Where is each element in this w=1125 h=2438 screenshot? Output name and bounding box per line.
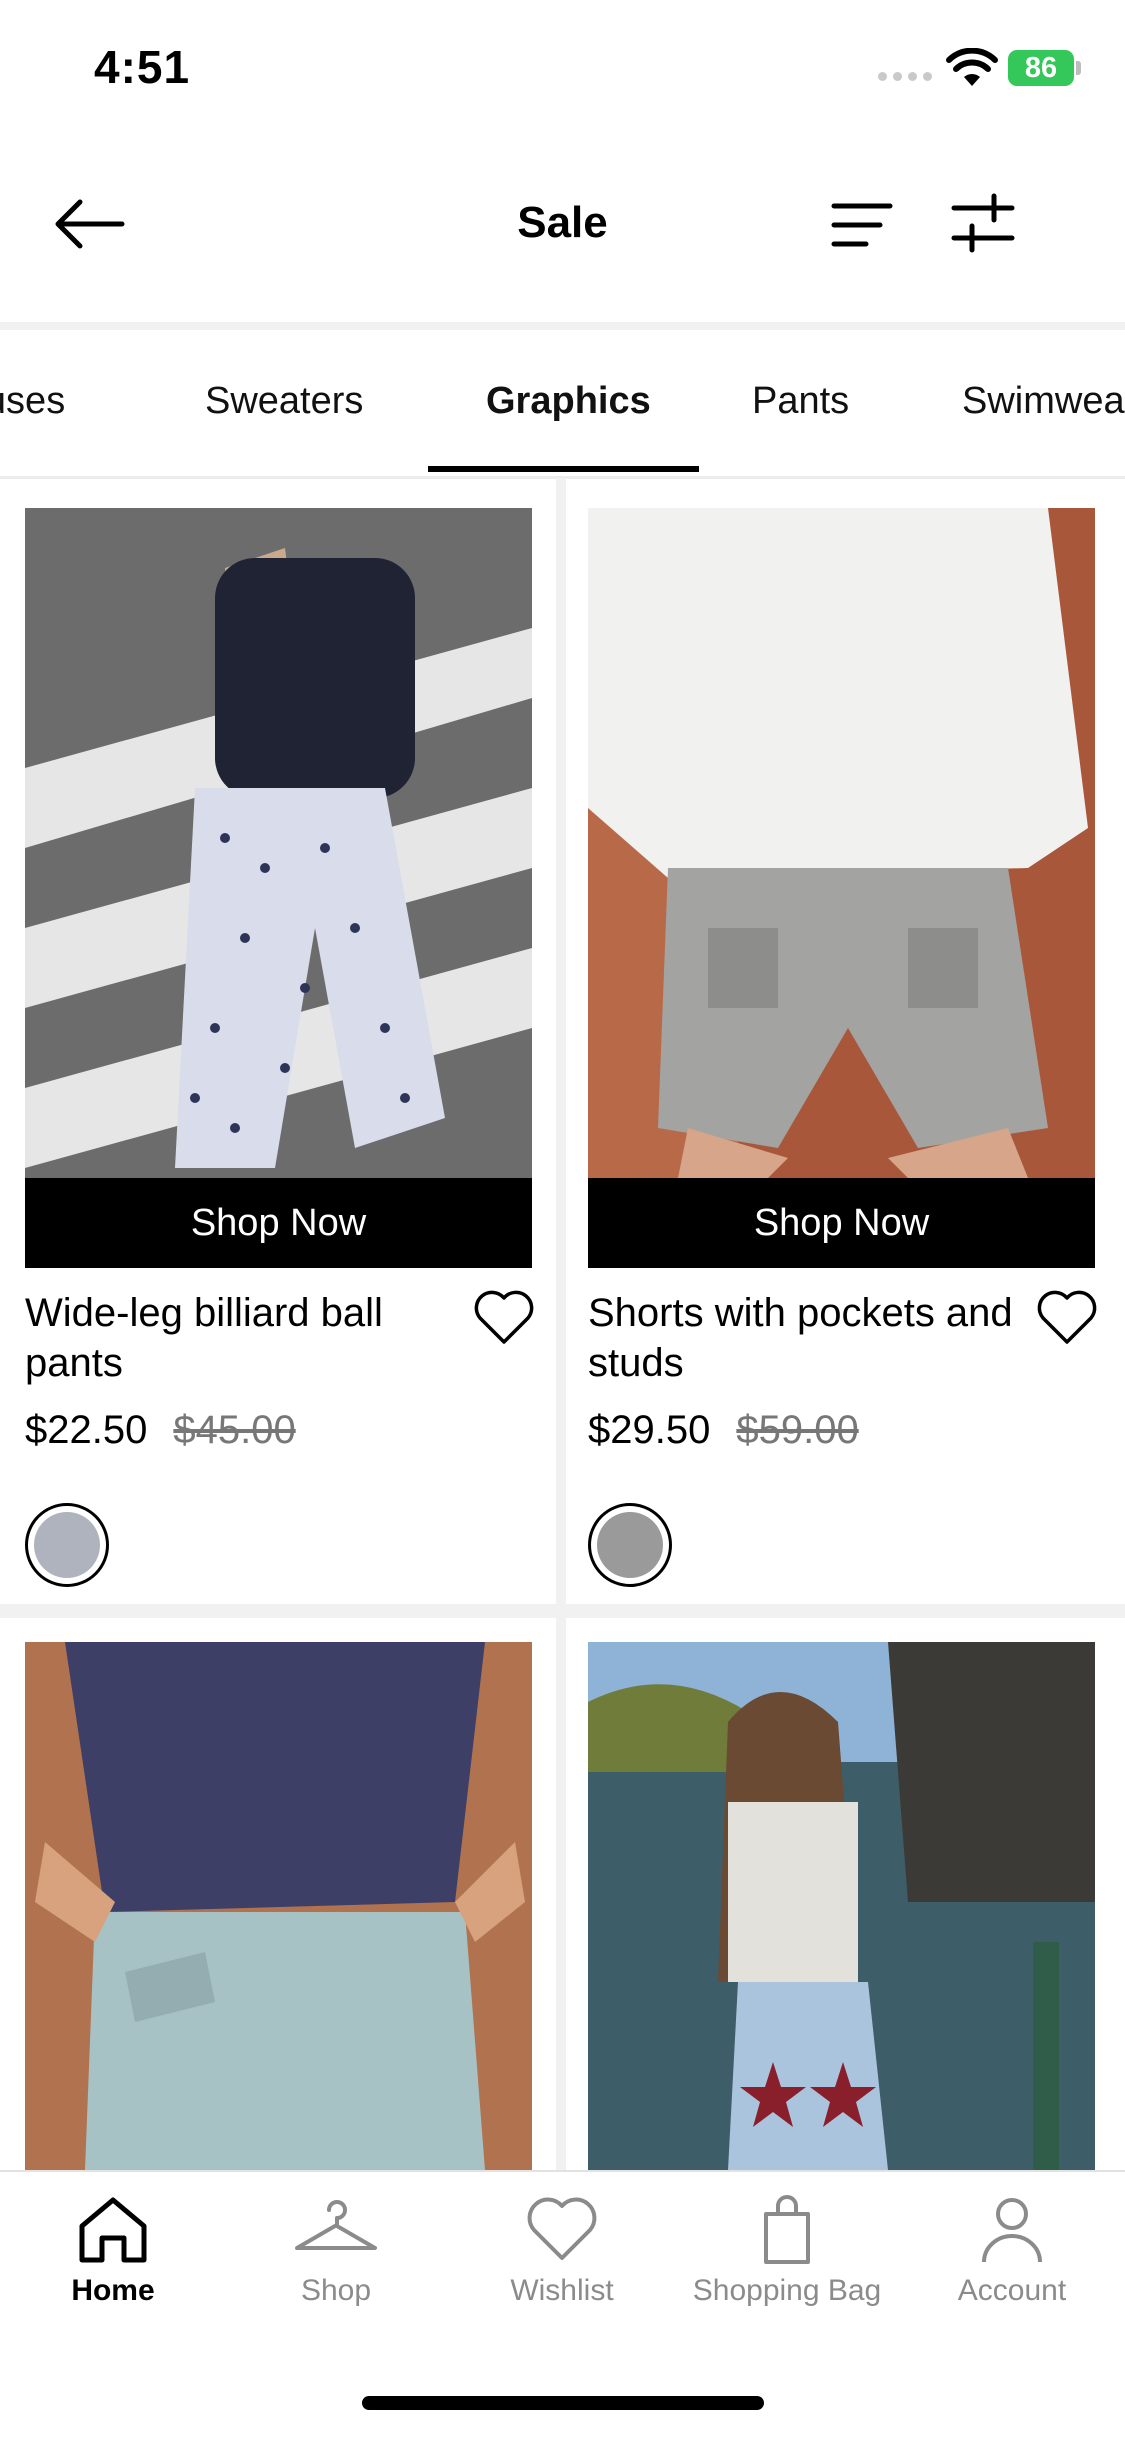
nav-label: Account [957,2274,1067,2307]
swatch-color [34,1512,100,1578]
header-divider [0,322,1125,330]
product-name[interactable]: Shorts with pockets and studs [588,1288,1018,1388]
status-time: 4:51 [94,41,191,93]
category-tabs: Blouses Sweaters Graphics Pants Swimwear [0,330,1125,479]
color-swatch[interactable] [588,1503,672,1587]
grid-divider-vertical [556,478,566,2170]
active-tab-indicator [428,466,699,472]
product-image[interactable] [25,508,532,1178]
nav-label: Wishlist [510,2274,614,2307]
battery-indicator: 86 [1008,50,1074,86]
original-price: $45.00 [173,1408,296,1452]
nav-home[interactable]: Home [3,2192,223,2308]
product-name[interactable]: Wide-leg billiard ball pants [25,1288,455,1388]
product-image[interactable] [588,1642,1095,2170]
product-image[interactable] [588,508,1095,1178]
sale-price: $22.50 [25,1408,148,1452]
home-icon [79,2197,147,2263]
person-icon [982,2198,1042,2263]
tab-blouses[interactable]: Blouses [0,380,65,423]
status-bar: 4:51 86 [0,0,1125,130]
nav-shop[interactable]: Shop [226,2192,446,2308]
heart-icon[interactable] [1036,1288,1098,1346]
nav-label: Shop [300,2274,372,2307]
tab-sweaters[interactable]: Sweaters [205,380,363,423]
wifi-icon [946,48,998,86]
product-image[interactable] [25,1642,532,2170]
heart-icon [527,2197,597,2260]
bag-icon [764,2195,810,2264]
price-row: $29.50 $59.00 [588,1408,859,1453]
cellular-signal-icon [878,72,932,81]
app-header: Sale [0,150,1125,306]
sort-icon[interactable] [830,200,894,250]
original-price: $59.00 [736,1408,859,1452]
nav-label: Home [71,2274,155,2307]
heart-icon[interactable] [473,1288,535,1346]
color-swatch[interactable] [25,1503,109,1587]
product-card[interactable]: Shop Now Shorts with pockets and studs $… [588,508,1098,1598]
product-card[interactable] [588,1642,1095,2170]
nav-account[interactable]: Account [902,2192,1122,2308]
shop-now-button[interactable]: Shop Now [588,1178,1095,1268]
tab-swimwear[interactable]: Swimwear [962,380,1125,423]
price-row: $22.50 $45.00 [25,1408,296,1453]
grid-divider-horizontal [0,1604,1125,1618]
hanger-icon [295,2200,377,2250]
nav-label: Shopping Bag [692,2274,882,2307]
tab-graphics[interactable]: Graphics [486,380,651,423]
filter-sliders-icon[interactable] [950,192,1016,254]
tab-pants[interactable]: Pants [752,380,849,423]
battery-nub [1076,61,1081,75]
home-indicator [362,2396,764,2410]
product-card[interactable]: Shop Now Wide-leg billiard ball pants $2… [25,508,535,1598]
shop-now-button[interactable]: Shop Now [25,1178,532,1268]
nav-shopping-bag[interactable]: Shopping Bag [677,2192,897,2308]
swatch-color [597,1512,663,1578]
product-card[interactable] [25,1642,532,2170]
sale-price: $29.50 [588,1408,711,1452]
nav-wishlist[interactable]: Wishlist [452,2192,672,2308]
